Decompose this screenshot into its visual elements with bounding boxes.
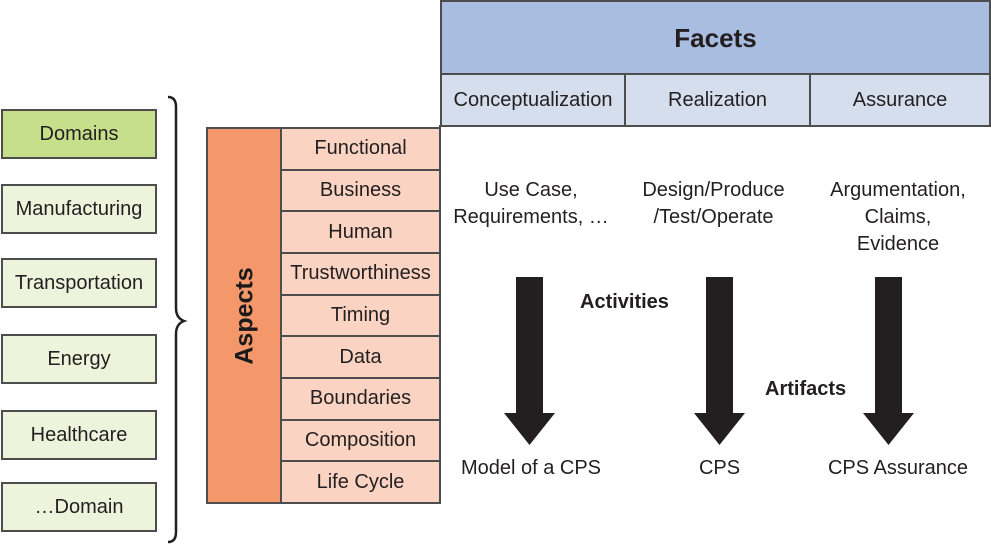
domain-label: …Domain	[34, 495, 124, 518]
activity-line: Claims,	[864, 206, 932, 228]
arrow-down-icon	[504, 277, 555, 445]
aspect-composition: Composition	[282, 418, 439, 461]
aspects-bar: Aspects	[206, 127, 282, 504]
artifacts-label: Artifacts	[765, 378, 847, 400]
aspect-business: Business	[282, 168, 439, 211]
aspect-boundaries: Boundaries	[282, 377, 439, 419]
aspect-data: Data	[282, 335, 439, 378]
domain-box-manufacturing: Manufacturing	[1, 184, 157, 234]
facets-title: Facets	[674, 23, 757, 53]
aspect-timing: Timing	[282, 293, 439, 336]
aspect-trustworthiness: Trustworthiness	[282, 252, 439, 294]
domain-label: Healthcare	[30, 423, 128, 446]
domain-box-healthcare: Healthcare	[1, 410, 157, 460]
facets-header: Facets	[440, 0, 991, 75]
arrow-down-icon	[694, 277, 745, 445]
domain-label: Energy	[47, 347, 111, 370]
domain-label: Transportation	[14, 271, 144, 294]
domains-header-box: Domains	[1, 109, 157, 159]
activities-assurance: Argumentation, Claims, Evidence	[805, 177, 991, 258]
facet-realization: Realization	[624, 75, 809, 125]
activities-label: Activities	[580, 291, 669, 313]
aspect-life-cycle: Life Cycle	[282, 460, 439, 503]
facet-assurance: Assurance	[809, 75, 989, 125]
activities-realization: Design/Produce /Test/Operate	[622, 177, 805, 231]
activity-line: /Test/Operate	[653, 206, 774, 228]
facet-conceptualization: Conceptualization	[453, 88, 613, 111]
aspect-list: Functional Business Human Trustworthines…	[280, 127, 441, 504]
domain-box-other: …Domain	[1, 482, 157, 532]
activities-conceptualization: Use Case, Requirements, …	[440, 177, 622, 231]
domains-header-label: Domains	[39, 122, 119, 145]
activity-line: Requirements, …	[453, 206, 609, 228]
domain-label: Manufacturing	[15, 197, 143, 220]
activity-line: Use Case,	[484, 179, 578, 201]
artifact-conceptualization: Model of a CPS	[460, 457, 602, 479]
artifact-realization: CPS	[698, 457, 741, 479]
artifact-assurance: CPS Assurance	[827, 457, 969, 479]
facets-row: Conceptualization Realization Assurance	[440, 73, 991, 127]
domain-box-energy: Energy	[1, 334, 157, 384]
aspect-functional: Functional	[282, 129, 439, 169]
aspects-title: Aspects	[230, 266, 259, 365]
activity-line: Evidence	[856, 233, 940, 255]
activity-line: Design/Produce	[642, 179, 785, 201]
activity-line: Argumentation,	[830, 179, 966, 201]
domain-box-transportation: Transportation	[1, 258, 157, 308]
curly-brace-icon	[167, 95, 188, 544]
aspect-human: Human	[282, 210, 439, 253]
arrow-down-icon	[863, 277, 914, 445]
